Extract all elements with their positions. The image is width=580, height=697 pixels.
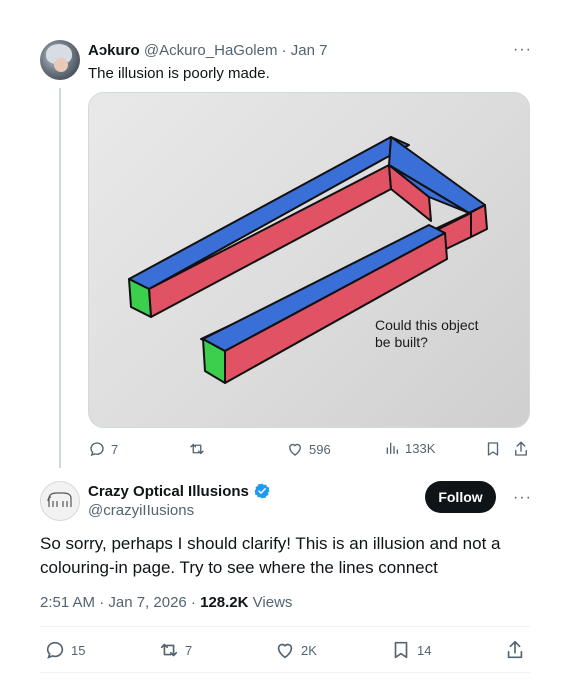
parent-tweet-header: Aɔkuro @Ackuro_HaGolem · Jan 7 [88,42,328,59]
reply-icon [90,442,104,457]
illusion-drawing [128,136,488,384]
divider [40,672,530,673]
display-name[interactable]: Aɔkuro [88,42,140,59]
retweet-button[interactable]: 7 [158,639,192,661]
share-button[interactable] [512,440,530,458]
verified-badge-icon[interactable] [253,482,271,500]
like-button[interactable]: 596 [286,440,331,458]
focused-tweet-actions: 15 7 2K 14 [40,639,530,663]
more-icon[interactable]: ··· [513,42,532,58]
tweet-timestamp[interactable]: 2:51 AM · Jan 7, 2026 · [40,594,196,611]
tweet-text: So sorry, perhaps I should clarify! This… [40,534,501,577]
views-button[interactable]: 133K [384,440,435,456]
retweet-icon [160,643,178,657]
reply-button[interactable]: 15 [44,639,85,661]
display-name[interactable]: Crazy Optical Illusions [88,482,271,500]
like-icon [289,443,301,456]
bookmark-button[interactable] [484,440,502,458]
like-count: 2K [301,642,317,658]
views-count: 128.2K [200,594,249,611]
parent-tweet-actions: 7 596 133K [88,440,530,460]
follow-button[interactable]: Follow [425,481,496,513]
handle[interactable]: @Ackuro_HaGolem [144,42,278,59]
reply-icon [46,641,64,659]
image-caption: Could this object be built? [375,317,479,350]
tweet-text: The illusion is poorly made. [88,65,270,82]
reply-count: 7 [111,441,119,457]
tweet-date[interactable]: · Jan 7 [282,42,328,59]
tweet-timestamp-row: 2:51 AM · Jan 7, 2026 · 128.2K Views [40,594,292,611]
bookmark-button[interactable]: 14 [390,639,431,661]
reply-count: 15 [71,642,86,658]
like-count: 596 [309,441,331,457]
thread-connector-line [59,88,61,468]
bookmark-count: 14 [417,642,432,658]
like-icon [277,643,293,659]
retweet-icon [190,443,204,455]
share-icon [515,441,527,456]
divider [40,626,530,627]
reply-button[interactable]: 7 [88,440,118,458]
views-count: 133K [405,440,436,456]
elephant-logo-icon [47,492,72,507]
share-icon [507,640,523,659]
bookmark-icon [487,442,499,456]
tweet-image[interactable]: Could this object be built? [88,92,530,428]
share-button[interactable] [504,639,526,661]
views-icon [386,442,398,454]
retweet-button[interactable] [188,440,206,458]
handle[interactable]: @crazyiIIusions [88,502,194,519]
like-button[interactable]: 2K [274,639,317,661]
avatar[interactable] [40,40,80,80]
more-icon[interactable]: ··· [513,490,532,506]
retweet-count: 7 [185,642,193,658]
views-label: Views [252,594,293,611]
avatar[interactable] [40,481,80,521]
bookmark-icon [394,641,408,659]
